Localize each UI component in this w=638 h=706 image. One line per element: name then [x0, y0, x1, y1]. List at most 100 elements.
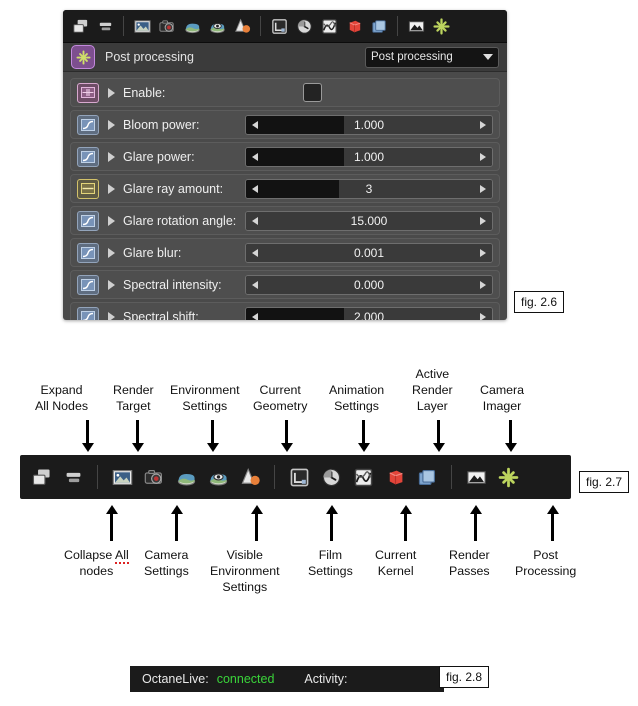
octanelive-label: OctaneLive: [142, 672, 209, 686]
expand-arrow-icon[interactable] [108, 87, 115, 98]
parameter-row: Glare ray amount: 3 [70, 174, 500, 203]
camera-imager-icon[interactable] [463, 464, 489, 490]
camera-settings-icon[interactable] [156, 15, 178, 37]
slider-decrement-arrow-icon[interactable] [252, 184, 258, 193]
render-target-icon[interactable] [131, 15, 153, 37]
visible-environment-settings-icon[interactable] [206, 15, 228, 37]
visible-environment-settings-icon[interactable] [205, 464, 231, 490]
animation-settings-icon[interactable] [293, 15, 315, 37]
expand-all-nodes-icon[interactable] [28, 464, 54, 490]
slider-decrement-arrow-icon[interactable] [252, 248, 258, 257]
camera-imager-icon[interactable] [405, 15, 427, 37]
float-parameter-icon[interactable] [77, 114, 99, 135]
figure-caption-26: fig. 2.6 [514, 291, 565, 313]
expand-all-nodes-icon[interactable] [69, 15, 91, 37]
collapse-all-nodes-icon[interactable] [94, 15, 116, 37]
collapse-all-nodes-icon[interactable] [60, 464, 86, 490]
camera-settings-icon[interactable] [141, 464, 167, 490]
parameter-row: Glare power: 1.000 [70, 142, 500, 171]
figure-caption-28: fig. 2.8 [439, 666, 490, 688]
toolbar-callout-label: Active Render Layer [412, 367, 453, 413]
chevron-down-icon [483, 54, 493, 60]
parameter-slider[interactable]: 15.000 [245, 210, 493, 231]
float-parameter-icon[interactable] [77, 242, 99, 263]
toolbar-callout-label: Film Settings [308, 548, 353, 578]
callout-arrow-icon [250, 505, 263, 541]
render-target-icon[interactable] [109, 464, 135, 490]
toolbar-callout-label: Environment Settings [170, 383, 240, 413]
float-parameter-icon[interactable] [77, 146, 99, 167]
slider-decrement-arrow-icon[interactable] [252, 120, 258, 129]
current-kernel-icon[interactable] [318, 15, 340, 37]
post-processing-icon[interactable] [430, 15, 452, 37]
slider-decrement-arrow-icon[interactable] [252, 152, 258, 161]
toolbar-separator [397, 16, 398, 36]
slider-increment-arrow-icon[interactable] [480, 280, 486, 289]
render-passes-icon[interactable] [368, 15, 390, 37]
callout-arrow-icon [469, 505, 482, 541]
expand-arrow-icon[interactable] [108, 151, 115, 162]
callout-arrow-icon [432, 420, 445, 452]
int-parameter-icon[interactable] [77, 178, 99, 199]
parameter-slider[interactable]: 3 [245, 178, 493, 199]
parameter-list: Enable: Bloom power: 1.000 Glare power: 1.00… [63, 72, 507, 320]
parameter-slider[interactable]: 2.000 [245, 306, 493, 320]
node-title-bar: Post processing Post processing [63, 43, 507, 72]
environment-settings-icon[interactable] [173, 464, 199, 490]
film-settings-icon[interactable] [268, 15, 290, 37]
parameter-label: Spectral shift: [123, 309, 199, 321]
active-render-layer-icon[interactable] [382, 464, 408, 490]
expand-arrow-icon[interactable] [108, 311, 115, 320]
slider-increment-arrow-icon[interactable] [480, 184, 486, 193]
callout-arrow-icon [399, 505, 412, 541]
float-parameter-icon[interactable] [77, 210, 99, 231]
callout-arrow-icon [206, 420, 219, 452]
expand-arrow-icon[interactable] [108, 119, 115, 130]
expand-arrow-icon[interactable] [108, 215, 115, 226]
slider-decrement-arrow-icon[interactable] [252, 216, 258, 225]
slider-decrement-arrow-icon[interactable] [252, 280, 258, 289]
parameter-slider[interactable]: 0.001 [245, 242, 493, 263]
parameter-slider[interactable]: 1.000 [245, 146, 493, 167]
expand-arrow-icon[interactable] [108, 279, 115, 290]
parameter-row: Glare blur: 0.001 [70, 238, 500, 267]
toolbar-callout-label: Render Target [113, 383, 154, 413]
current-geometry-icon[interactable] [237, 464, 263, 490]
toolbar-callout-label: Visible Environment Settings [210, 548, 280, 594]
parameter-slider[interactable]: 1.000 [245, 114, 493, 135]
current-kernel-icon[interactable] [350, 464, 376, 490]
octanelive-status-value: connected [216, 672, 275, 686]
slider-increment-arrow-icon[interactable] [480, 216, 486, 225]
parameter-row: Enable: [70, 78, 500, 107]
slider-decrement-arrow-icon[interactable] [252, 312, 258, 320]
slider-increment-arrow-icon[interactable] [480, 152, 486, 161]
toolbar-callout-label: Camera Imager [480, 383, 525, 413]
render-passes-icon[interactable] [414, 464, 440, 490]
slider-increment-arrow-icon[interactable] [480, 312, 486, 320]
parameter-label: Bloom power: [123, 117, 200, 132]
bool-parameter-icon[interactable] [77, 82, 99, 103]
node-type-dropdown[interactable]: Post processing [365, 46, 499, 68]
slider-increment-arrow-icon[interactable] [480, 248, 486, 257]
parameter-slider[interactable]: 0.000 [245, 274, 493, 295]
float-parameter-icon[interactable] [77, 306, 99, 320]
current-geometry-icon[interactable] [231, 15, 253, 37]
parameter-label: Glare power: [123, 149, 195, 164]
animation-settings-icon[interactable] [318, 464, 344, 490]
film-settings-icon[interactable] [286, 464, 312, 490]
toolbar-callout-label: Camera Settings [144, 548, 189, 578]
enable-checkbox[interactable] [303, 83, 322, 102]
toolbar-separator [97, 465, 98, 489]
expand-arrow-icon[interactable] [108, 247, 115, 258]
post-processing-node-panel: Post processing Post processing Enable: B… [63, 10, 507, 320]
parameter-value: 1.000 [353, 149, 385, 164]
post-processing-icon[interactable] [495, 464, 521, 490]
float-parameter-icon[interactable] [77, 274, 99, 295]
slider-increment-arrow-icon[interactable] [480, 120, 486, 129]
parameter-value: 0.000 [353, 277, 385, 292]
starburst-glyph [75, 49, 91, 65]
toolbar-callout-label: Expand All Nodes [35, 383, 89, 413]
expand-arrow-icon[interactable] [108, 183, 115, 194]
environment-settings-icon[interactable] [181, 15, 203, 37]
active-render-layer-icon[interactable] [343, 15, 365, 37]
